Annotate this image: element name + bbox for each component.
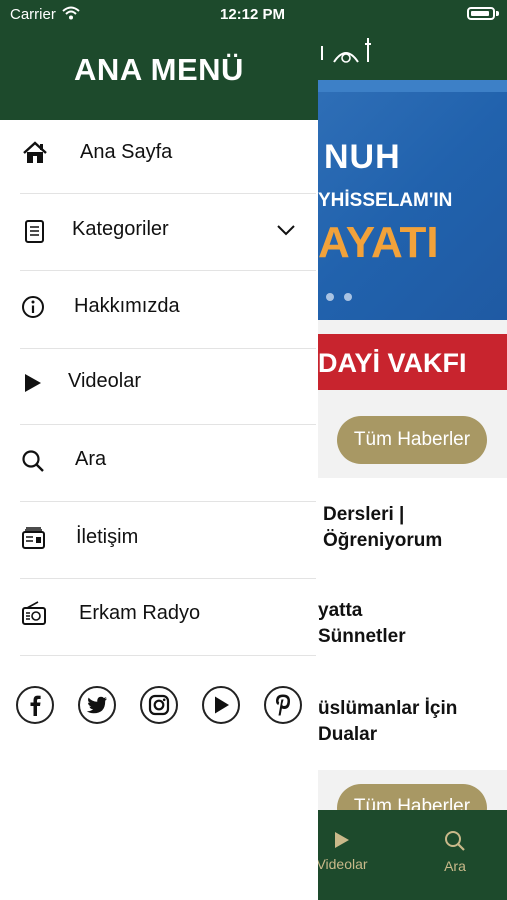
menu-item-ana-sayfa[interactable]: Ana Sayfa xyxy=(0,116,318,193)
promo-text: DAYİ VAKFI xyxy=(318,348,467,378)
battery-cap xyxy=(496,11,499,16)
slider-dot[interactable] xyxy=(344,293,352,301)
instagram-icon[interactable] xyxy=(140,686,178,724)
pinterest-icon[interactable] xyxy=(264,686,302,724)
menu-item-label: Erkam Radyo xyxy=(79,602,201,624)
menu-item-label: İletişim xyxy=(76,526,139,548)
drawer-title: ANA MENÜ xyxy=(74,52,244,87)
home-icon xyxy=(23,141,47,163)
wifi-icon xyxy=(62,6,80,20)
menu-item-label: Videolar xyxy=(68,370,142,392)
tab-ara[interactable]: Ara xyxy=(430,830,480,874)
status-bar: Carrier 12:12 PM xyxy=(0,0,318,30)
menu-item-videolar[interactable]: Videolar xyxy=(0,345,318,422)
play-icon xyxy=(25,374,41,392)
carrier-label: Carrier xyxy=(10,6,56,23)
youtube-icon[interactable] xyxy=(202,686,240,724)
menu-item-label: Kategoriler xyxy=(72,218,169,240)
side-drawer: Carrier 12:12 PM ANA MENÜ Ana Sayfa Kate… xyxy=(0,0,318,900)
promo-banner[interactable]: DAYİ VAKFI xyxy=(318,334,507,390)
mosque-logo-icon xyxy=(321,38,371,63)
menu-item-hakkimizda[interactable]: Hakkımızda xyxy=(0,270,318,347)
banner-line-3: AYATI xyxy=(318,218,439,267)
radio-icon xyxy=(22,601,46,625)
info-icon xyxy=(22,296,44,318)
tab-bar: Videolar Ara xyxy=(316,810,507,900)
menu-item-label: Ana Sayfa xyxy=(80,141,173,163)
news-item[interactable]: Dersleri | Öğreniyorum xyxy=(323,502,442,554)
clock: 12:12 PM xyxy=(220,6,286,23)
menu-item-label: Ara xyxy=(75,448,107,470)
menu-item-erkam-radyo[interactable]: Erkam Radyo xyxy=(0,577,318,654)
banner-line-2: YHİSSELAM'IN xyxy=(318,190,453,211)
news-item[interactable]: yatta Sünnetler xyxy=(318,598,406,650)
menu-item-iletisim[interactable]: İletişim xyxy=(0,501,318,578)
tab-videolar[interactable]: Videolar xyxy=(312,830,372,872)
banner-line-1: NUH xyxy=(324,138,401,176)
contact-card-icon xyxy=(22,527,45,549)
twitter-icon[interactable] xyxy=(78,686,116,724)
search-icon xyxy=(22,450,44,472)
search-icon xyxy=(445,831,465,851)
slider-banner[interactable]: NUH YHİSSELAM'IN AYATI xyxy=(318,80,507,320)
play-icon xyxy=(335,832,349,848)
menu-item-ara[interactable]: Ara xyxy=(0,423,318,500)
menu-item-kategoriler[interactable]: Kategoriler xyxy=(0,193,318,270)
slider-dots xyxy=(326,288,362,306)
menu-item-label: Hakkımızda xyxy=(74,295,180,317)
battery-icon xyxy=(467,7,495,20)
all-news-button[interactable]: Tüm Haberler xyxy=(337,416,487,464)
social-links xyxy=(0,686,318,728)
slider-dot[interactable] xyxy=(326,293,334,301)
news-list: Dersleri | Öğreniyorum yatta Sünnetler ü… xyxy=(318,478,507,770)
chevron-down-icon[interactable] xyxy=(276,223,296,237)
menu-divider xyxy=(20,655,316,656)
tab-label: Videolar xyxy=(316,856,368,872)
facebook-icon[interactable] xyxy=(16,686,54,724)
document-icon xyxy=(25,220,44,243)
tab-label: Ara xyxy=(444,858,466,874)
news-item[interactable]: üslümanlar İçin Dualar xyxy=(318,696,457,748)
drawer-header: ANA MENÜ xyxy=(0,30,318,120)
